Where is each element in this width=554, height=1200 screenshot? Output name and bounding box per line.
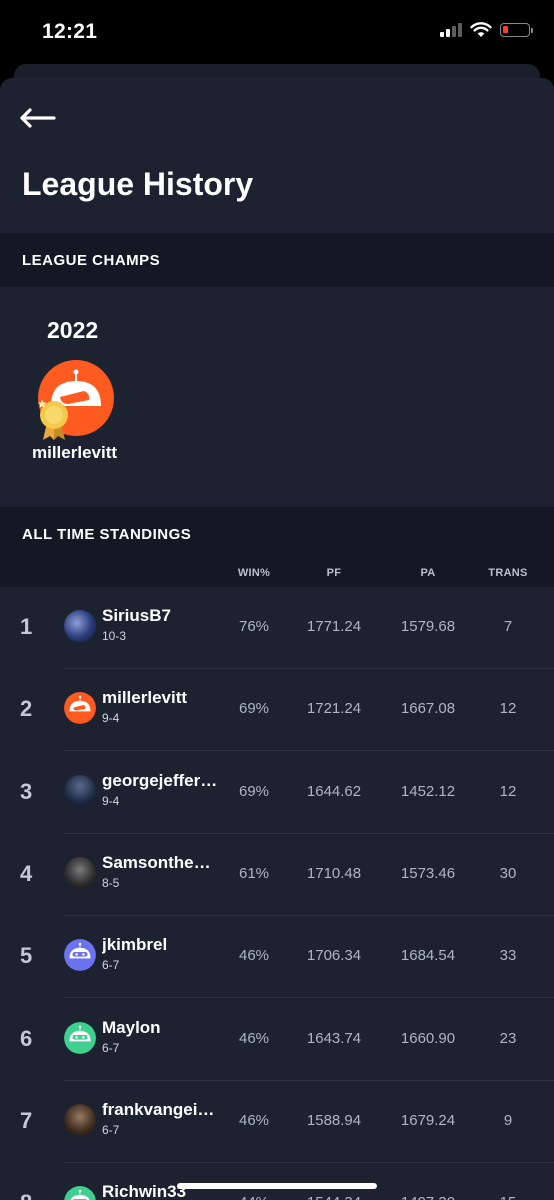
row-username[interactable]: georgejeffer…: [102, 771, 220, 791]
standings-row[interactable]: 6 Maylon 6-7 46% 1643.74 1660.90 23: [0, 999, 554, 1081]
row-pa: 1679.24: [400, 1111, 456, 1129]
row-pf: 1721.24: [306, 700, 362, 718]
col-pf[interactable]: PF: [327, 567, 342, 579]
status-icons: [440, 22, 533, 38]
row-trans: 23: [499, 1029, 517, 1047]
user-avatar[interactable]: [64, 939, 96, 972]
status-bar: 12:21: [0, 0, 554, 64]
row-pf: 1710.48: [306, 864, 362, 882]
champ-name[interactable]: millerlevitt: [32, 443, 117, 463]
row-rank: 2: [20, 696, 33, 722]
row-pf: 1771.24: [306, 618, 362, 635]
row-trans: 12: [499, 782, 517, 800]
row-trans: 33: [499, 947, 517, 965]
user-avatar[interactable]: [64, 1103, 96, 1136]
row-pa: 1497.30: [401, 1194, 455, 1200]
row-pa: 1579.68: [400, 618, 456, 635]
row-pa: 1452.12: [400, 782, 456, 800]
row-rank: 5: [20, 943, 33, 969]
row-username[interactable]: SiriusB7: [102, 606, 220, 626]
user-avatar[interactable]: [64, 1021, 96, 1054]
row-trans: 15: [500, 1194, 517, 1200]
row-win-pct: 46%: [238, 1029, 270, 1047]
standings-row[interactable]: 3 georgejeffer… 9-4 69% 1644.62 1452.12 12: [0, 752, 554, 834]
back-arrow-icon[interactable]: [18, 104, 58, 132]
row-pf: 1544.34: [307, 1194, 361, 1200]
row-trans: 30: [499, 864, 517, 882]
user-avatar[interactable]: [64, 1186, 96, 1200]
user-avatar[interactable]: [64, 610, 96, 642]
row-record: 9-4: [102, 711, 120, 726]
row-pa: 1573.46: [400, 864, 456, 882]
row-username[interactable]: Samsonthe…: [102, 853, 220, 873]
user-avatar[interactable]: [64, 692, 96, 725]
row-pf: 1643.74: [306, 1029, 362, 1047]
status-time: 12:21: [42, 20, 98, 43]
col-trans[interactable]: TRANS: [488, 567, 527, 579]
wifi-icon: [470, 22, 492, 37]
all-time-standings-header: ALL TIME STANDINGS: [0, 507, 554, 561]
league-champs-header: LEAGUE CHAMPS: [0, 233, 554, 287]
row-trans: 7: [503, 618, 513, 635]
standings-row[interactable]: 4 Samsonthe… 8-5 61% 1710.48 1573.46 30: [0, 834, 554, 916]
champion-medal-icon: [38, 399, 68, 440]
row-rank: 1: [20, 614, 33, 639]
row-record: 9-4: [102, 793, 120, 808]
row-rank: 4: [20, 860, 33, 886]
row-trans: 9: [503, 1111, 513, 1129]
row-win-pct: 44%: [239, 1194, 269, 1200]
home-indicator: [177, 1183, 377, 1189]
champ-year: 2022: [47, 317, 99, 343]
standings-row[interactable]: 1 SiriusB7 10-3 76% 1771.24 1579.68 7: [0, 587, 554, 669]
all-time-standings-heading: ALL TIME STANDINGS: [22, 526, 192, 543]
row-rank: 7: [20, 1107, 33, 1133]
league-champs-heading: LEAGUE CHAMPS: [22, 252, 161, 269]
battery-icon: [500, 23, 533, 37]
row-win-pct: 61%: [238, 864, 270, 882]
user-avatar[interactable]: [64, 774, 96, 807]
row-pa: 1660.90: [400, 1029, 456, 1047]
col-pa[interactable]: PA: [420, 567, 435, 579]
row-pa: 1667.08: [400, 700, 456, 718]
row-pa: 1684.54: [400, 947, 456, 965]
row-username[interactable]: frankvangei…: [102, 1100, 220, 1120]
standings-row[interactable]: 7 frankvangei… 6-7 46% 1588.94 1679.24 9: [0, 1081, 554, 1163]
row-pf: 1706.34: [306, 947, 362, 965]
row-username[interactable]: jkimbrel: [102, 935, 220, 955]
cellular-signal-icon: [440, 23, 462, 37]
page-title: League History: [22, 166, 254, 202]
row-record: 6-7: [102, 958, 120, 973]
row-win-pct: 69%: [238, 700, 270, 718]
row-username[interactable]: millerlevitt: [102, 688, 220, 708]
standings-column-header: WIN% PF PA TRANS: [0, 561, 554, 587]
row-trans: 12: [499, 700, 517, 718]
row-rank: 3: [20, 778, 33, 804]
standings-row[interactable]: 8Richwin3344%1544.341497.3015: [0, 1163, 554, 1200]
row-rank: 8: [20, 1190, 32, 1200]
row-record: 6-7: [102, 1122, 120, 1137]
row-pf: 1644.62: [306, 782, 362, 800]
row-username[interactable]: Maylon: [102, 1018, 220, 1038]
row-record: 8-5: [102, 875, 120, 890]
row-win-pct: 76%: [238, 618, 270, 635]
row-pf: 1588.94: [306, 1111, 362, 1129]
row-record: 6-7: [102, 1040, 120, 1055]
row-win-pct: 69%: [238, 782, 270, 800]
row-record: 10-3: [102, 629, 127, 643]
row-win-pct: 46%: [238, 947, 270, 965]
standings-row[interactable]: 2 millerlevitt 9-4 69% 1721.24 1667.08 12: [0, 669, 554, 752]
standings-row[interactable]: 5 jkimbrel 6-7 46% 1706.34 1684.54 33: [0, 916, 554, 999]
row-rank: 6: [20, 1025, 33, 1051]
user-avatar[interactable]: [64, 856, 96, 889]
col-win-pct[interactable]: WIN%: [238, 567, 270, 579]
row-win-pct: 46%: [238, 1111, 270, 1129]
league-history-sheet: League History LEAGUE CHAMPS 2022 miller…: [0, 78, 554, 1200]
